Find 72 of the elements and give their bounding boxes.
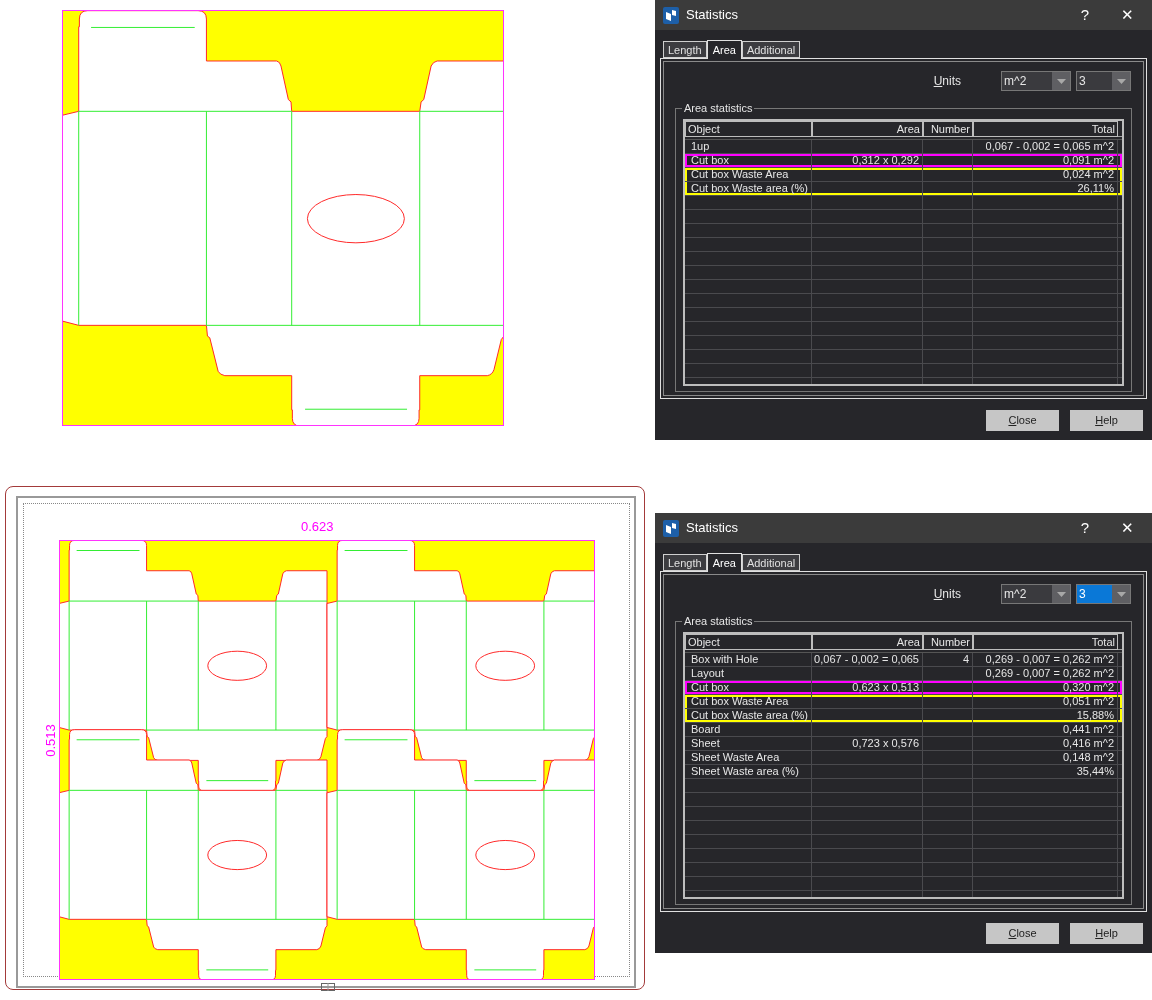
table-cell: Sheet Waste Area: [685, 751, 812, 764]
group-title: Area statistics: [682, 614, 755, 628]
table-cell: 0,269 - 0,007 = 0,262 m^2: [973, 653, 1118, 666]
table-cell: Cut box: [685, 681, 812, 694]
height-dimension: 0.513: [43, 724, 57, 757]
table-cell: Sheet Waste area (%): [685, 765, 812, 778]
units-label: Units: [933, 586, 961, 603]
column-header[interactable]: Object: [685, 121, 812, 137]
tab[interactable]: Area: [706, 553, 742, 572]
column-header[interactable]: Area: [812, 634, 923, 650]
table-cell: Box with Hole: [685, 653, 812, 666]
units-dropdown[interactable]: 3: [1076, 71, 1131, 91]
table-cell: Layout: [685, 667, 812, 680]
table-cell: 35,44%: [973, 765, 1118, 778]
units-label: Units: [933, 73, 961, 90]
app-logo-icon: [663, 6, 679, 24]
window-title: Statistics: [686, 6, 738, 25]
origin-marker-icon: [321, 983, 335, 991]
help-button[interactable]: ?: [1070, 516, 1100, 540]
table-cell: 0,623 x 0,513: [812, 681, 923, 694]
tab[interactable]: Length: [663, 41, 707, 58]
table-cell: 0,312 x 0,292: [812, 154, 923, 167]
dropdown-arrow-icon: [1056, 591, 1066, 597]
close-button[interactable]: ✕: [1112, 3, 1142, 27]
column-header[interactable]: Number: [923, 634, 973, 650]
help-dialog-button[interactable]: Help: [1070, 923, 1143, 944]
units-dropdown[interactable]: m^2: [1001, 71, 1071, 91]
table-cell: Board: [685, 723, 812, 736]
tab[interactable]: Length: [663, 554, 707, 571]
table-cell: Cut box Waste Area: [685, 695, 812, 708]
help-button[interactable]: ?: [1070, 3, 1100, 27]
dropdown-arrow-icon: [1116, 591, 1126, 597]
table-cell: 0,416 m^2: [973, 737, 1118, 750]
close-dialog-button[interactable]: Close: [986, 923, 1059, 944]
dropdown-arrow-icon: [1056, 78, 1066, 84]
window-title: Statistics: [686, 519, 738, 538]
group-title: Area statistics: [682, 101, 755, 115]
table-cell: 0,067 - 0,002 = 0,065 m^2: [973, 140, 1118, 153]
tab[interactable]: Additional: [741, 41, 801, 58]
column-header[interactable]: Object: [685, 634, 812, 650]
table-cell: Cut box Waste Area: [685, 168, 812, 181]
table-cell: 26,11%: [973, 182, 1118, 195]
table-cell: 0,269 - 0,007 = 0,262 m^2: [973, 667, 1118, 680]
close-dialog-button[interactable]: Close: [986, 410, 1059, 431]
tab[interactable]: Area: [706, 40, 742, 59]
table-cell: 15,88%: [973, 709, 1118, 722]
units-dropdown[interactable]: 3: [1076, 584, 1131, 604]
dropdown-arrow-icon: [1116, 78, 1126, 84]
column-header[interactable]: Total: [973, 634, 1118, 650]
app-logo-icon: [663, 519, 679, 537]
table-cell: Sheet: [685, 737, 812, 750]
table-cell: Cut box Waste area (%): [685, 182, 812, 195]
close-button[interactable]: ✕: [1112, 516, 1142, 540]
table-cell: 0,051 m^2: [973, 695, 1118, 708]
table-cell: Cut box Waste area (%): [685, 709, 812, 722]
column-header[interactable]: Total: [973, 121, 1118, 137]
table-cell: 0,091 m^2: [973, 154, 1118, 167]
table-cell: 4: [923, 653, 973, 666]
tab[interactable]: Additional: [741, 554, 801, 571]
table-cell: 0,067 - 0,002 = 0,065: [812, 653, 923, 666]
help-dialog-button[interactable]: Help: [1070, 410, 1143, 431]
width-dimension: 0.623: [301, 520, 334, 533]
table-cell: 0,024 m^2: [973, 168, 1118, 181]
column-header[interactable]: Area: [812, 121, 923, 137]
table-cell: 0,723 x 0,576: [812, 737, 923, 750]
table-cell: 1up: [685, 140, 812, 153]
table-cell: 0,148 m^2: [973, 751, 1118, 764]
table-cell: Cut box: [685, 154, 812, 167]
column-header[interactable]: Number: [923, 121, 973, 137]
units-dropdown[interactable]: m^2: [1001, 584, 1071, 604]
table-cell: 0,441 m^2: [973, 723, 1118, 736]
table-cell: 0,320 m^2: [973, 681, 1118, 694]
